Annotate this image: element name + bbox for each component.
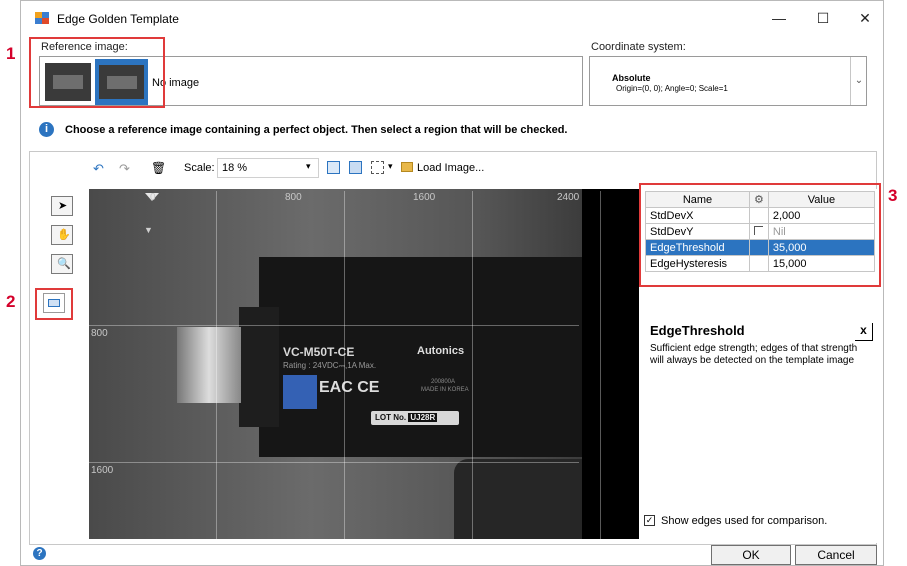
coordinate-mode: Absolute <box>612 73 651 83</box>
coordinate-system-select[interactable]: Absolute Origin=(0, 0); Angle=0; Scale=1… <box>589 56 867 106</box>
x-tick: 2400 <box>557 192 580 203</box>
chevron-down-icon[interactable]: ⌄ <box>850 57 867 105</box>
product-date-code: 200800A <box>431 379 456 385</box>
help-icon[interactable]: ? <box>33 547 46 560</box>
redo-icon[interactable]: ↷ <box>119 161 130 177</box>
zoom-fit-icon[interactable] <box>327 161 340 174</box>
roi-select-icon[interactable] <box>371 161 384 174</box>
callout-3: 3 <box>888 186 898 205</box>
product-made-in: MADE IN KOREA <box>421 387 469 393</box>
connector-plug <box>177 327 241 403</box>
certification-marks: EAC CE <box>319 379 380 396</box>
grid-line <box>472 191 473 539</box>
pan-hand-icon[interactable]: ✋ <box>51 225 73 245</box>
grid-line <box>344 191 345 539</box>
scale-dropdown-icon[interactable]: ▾ <box>306 161 311 172</box>
highlight-region-tool <box>35 288 73 320</box>
zoom-actual-icon[interactable] <box>349 161 362 174</box>
y-tick: 800 <box>91 328 108 339</box>
app-icon <box>35 12 49 24</box>
callout-1: 1 <box>6 44 16 63</box>
coordinate-detail: Origin=(0, 0); Angle=0; Scale=1 <box>616 84 728 93</box>
product-rating: Rating : 24VDC⎓,1A Max. <box>283 361 377 370</box>
callout-2: 2 <box>6 292 16 311</box>
coordinate-label: Coordinate system: <box>591 41 686 53</box>
minimize-button[interactable]: — <box>769 9 789 27</box>
undo-icon[interactable]: ↶ <box>93 161 104 177</box>
window-title: Edge Golden Template <box>57 12 179 26</box>
grid-line <box>89 325 579 326</box>
load-image-button[interactable]: Load Image... <box>417 162 484 178</box>
dialog-window: Edge Golden Template — ☐ ✕ Reference ima… <box>20 0 884 566</box>
info-text: Choose a reference image containing a pe… <box>65 124 568 136</box>
folder-icon <box>401 162 413 172</box>
scale-label: Scale: <box>184 162 215 174</box>
maximize-button[interactable]: ☐ <box>813 9 833 27</box>
y-tick: 1600 <box>91 465 114 476</box>
scale-value: 18 % <box>222 162 248 174</box>
title-bar: Edge Golden Template — ☐ ✕ <box>21 1 883 35</box>
x-tick: 1600 <box>413 192 436 203</box>
lot-label-plate: LOT No. UJ28R <box>371 411 459 425</box>
roi-dropdown-icon[interactable]: ▾ <box>388 161 393 172</box>
product-brand: Autonics <box>417 345 465 357</box>
x-tick: 800 <box>285 192 302 203</box>
lot-label: LOT No. <box>375 413 407 422</box>
zoom-magnifier-icon[interactable]: 🔍 <box>51 254 73 274</box>
pointer-tool-icon[interactable]: ➤ <box>51 196 73 216</box>
highlight-reference <box>29 37 165 108</box>
description-text: Sufficient edge strength; edges of that … <box>650 343 858 366</box>
scale-combobox[interactable]: 18 % ▾ <box>217 158 319 178</box>
x-tick: 0 <box>150 192 156 203</box>
close-button[interactable]: ✕ <box>855 9 875 27</box>
origin-arrow-icon: ▼ <box>144 225 153 235</box>
description-title: EdgeThreshold <box>650 323 745 338</box>
cancel-button[interactable]: Cancel <box>795 545 877 565</box>
show-edges-checkbox[interactable]: ✓ <box>644 515 655 526</box>
image-canvas[interactable]: VC-M50T-CE Rating : 24VDC⎓,1A Max. Auton… <box>89 189 639 539</box>
show-edges-label: Show edges used for comparison. <box>661 515 828 527</box>
lot-value: UJ28R <box>408 413 438 422</box>
info-icon: i <box>39 122 54 137</box>
region-rectangle[interactable] <box>283 375 317 409</box>
description-close-button[interactable]: x <box>855 323 873 341</box>
grid-line <box>600 191 601 539</box>
trash-icon[interactable]: 🗑 <box>151 161 166 177</box>
ok-button[interactable]: OK <box>711 545 791 565</box>
highlight-properties <box>639 183 881 287</box>
grid-line <box>216 191 217 539</box>
grid-line <box>89 462 579 463</box>
camera-image: VC-M50T-CE Rating : 24VDC⎓,1A Max. Auton… <box>89 189 582 539</box>
